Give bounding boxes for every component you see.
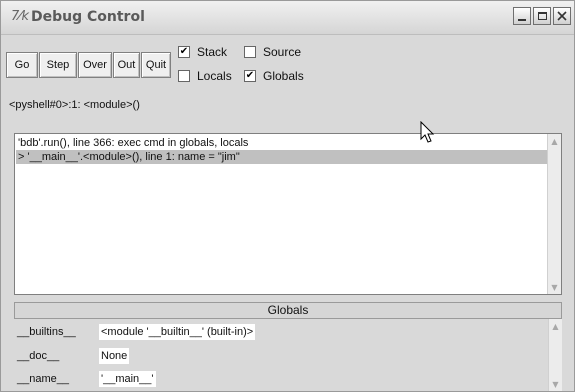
global-value-builtins: <module '__builtin__' (built-in)>: [99, 324, 256, 340]
source-checkbox-label: Source: [263, 45, 302, 59]
global-value-doc: None: [99, 348, 130, 364]
debug-control-window: 7⁄k Debug Control Go Step Over Out Quit …: [0, 0, 575, 392]
globals-scroll-down-arrow-icon[interactable]: ▼: [549, 377, 562, 391]
minimize-button[interactable]: [513, 7, 531, 25]
go-button[interactable]: Go: [6, 52, 38, 78]
scroll-up-arrow-icon[interactable]: ▲: [548, 134, 561, 148]
title-bar[interactable]: 7⁄k Debug Control: [1, 1, 574, 35]
close-button[interactable]: [553, 7, 571, 25]
stack-scrollbar[interactable]: ▲ ▼: [547, 134, 561, 294]
global-value-name: '__main__': [99, 371, 156, 387]
source-checkbox[interactable]: Source: [244, 45, 301, 59]
quit-button[interactable]: Quit: [141, 52, 171, 78]
window-title: Debug Control: [31, 9, 145, 25]
maximize-button[interactable]: [533, 7, 551, 25]
global-name-name: __name__: [17, 373, 69, 385]
minimize-icon: [518, 12, 526, 21]
maximize-icon: [537, 12, 547, 20]
over-button[interactable]: Over: [78, 52, 112, 78]
mouse-cursor-icon: [420, 121, 435, 143]
locals-checkbox-label: Locals: [197, 69, 232, 83]
globals-check-indicator[interactable]: ✔: [244, 70, 256, 82]
globals-scrollbar[interactable]: ▲ ▼: [548, 319, 562, 391]
stack-check-indicator[interactable]: ✔: [178, 46, 190, 58]
globals-panel: __builtins__ <module '__builtin__' (buil…: [14, 319, 562, 391]
stack-checkbox-label: Stack: [197, 45, 228, 59]
locals-check-indicator[interactable]: [178, 70, 190, 82]
stack-checkbox[interactable]: ✔ Stack: [178, 45, 227, 59]
stack-frame-row[interactable]: 'bdb'.run(), line 366: exec cmd in globa…: [16, 136, 561, 150]
global-name-builtins: __builtins__: [17, 326, 76, 338]
stack-list[interactable]: 'bdb'.run(), line 366: exec cmd in globa…: [14, 133, 562, 295]
stack-frame-row-selected[interactable]: > '__main__'.<module>(), line 1: name = …: [16, 150, 561, 164]
globals-checkbox[interactable]: ✔ Globals: [244, 69, 304, 83]
source-check-indicator[interactable]: [244, 46, 256, 58]
globals-scroll-up-arrow-icon[interactable]: ▲: [549, 319, 562, 333]
close-icon: [557, 11, 567, 21]
app-icon: 7⁄k: [11, 9, 29, 24]
globals-panel-header: Globals: [14, 302, 562, 319]
locals-checkbox[interactable]: Locals: [178, 69, 232, 83]
scroll-down-arrow-icon[interactable]: ▼: [548, 280, 561, 294]
global-name-doc: __doc__: [17, 350, 60, 362]
debug-toolbar: Go Step Over Out Quit ✔ Stack Source Loc…: [1, 35, 574, 131]
globals-checkbox-label: Globals: [263, 69, 304, 83]
step-button[interactable]: Step: [39, 52, 77, 78]
out-button[interactable]: Out: [113, 52, 140, 78]
current-location-label: <pyshell#0>:1: <module>(): [9, 99, 140, 111]
